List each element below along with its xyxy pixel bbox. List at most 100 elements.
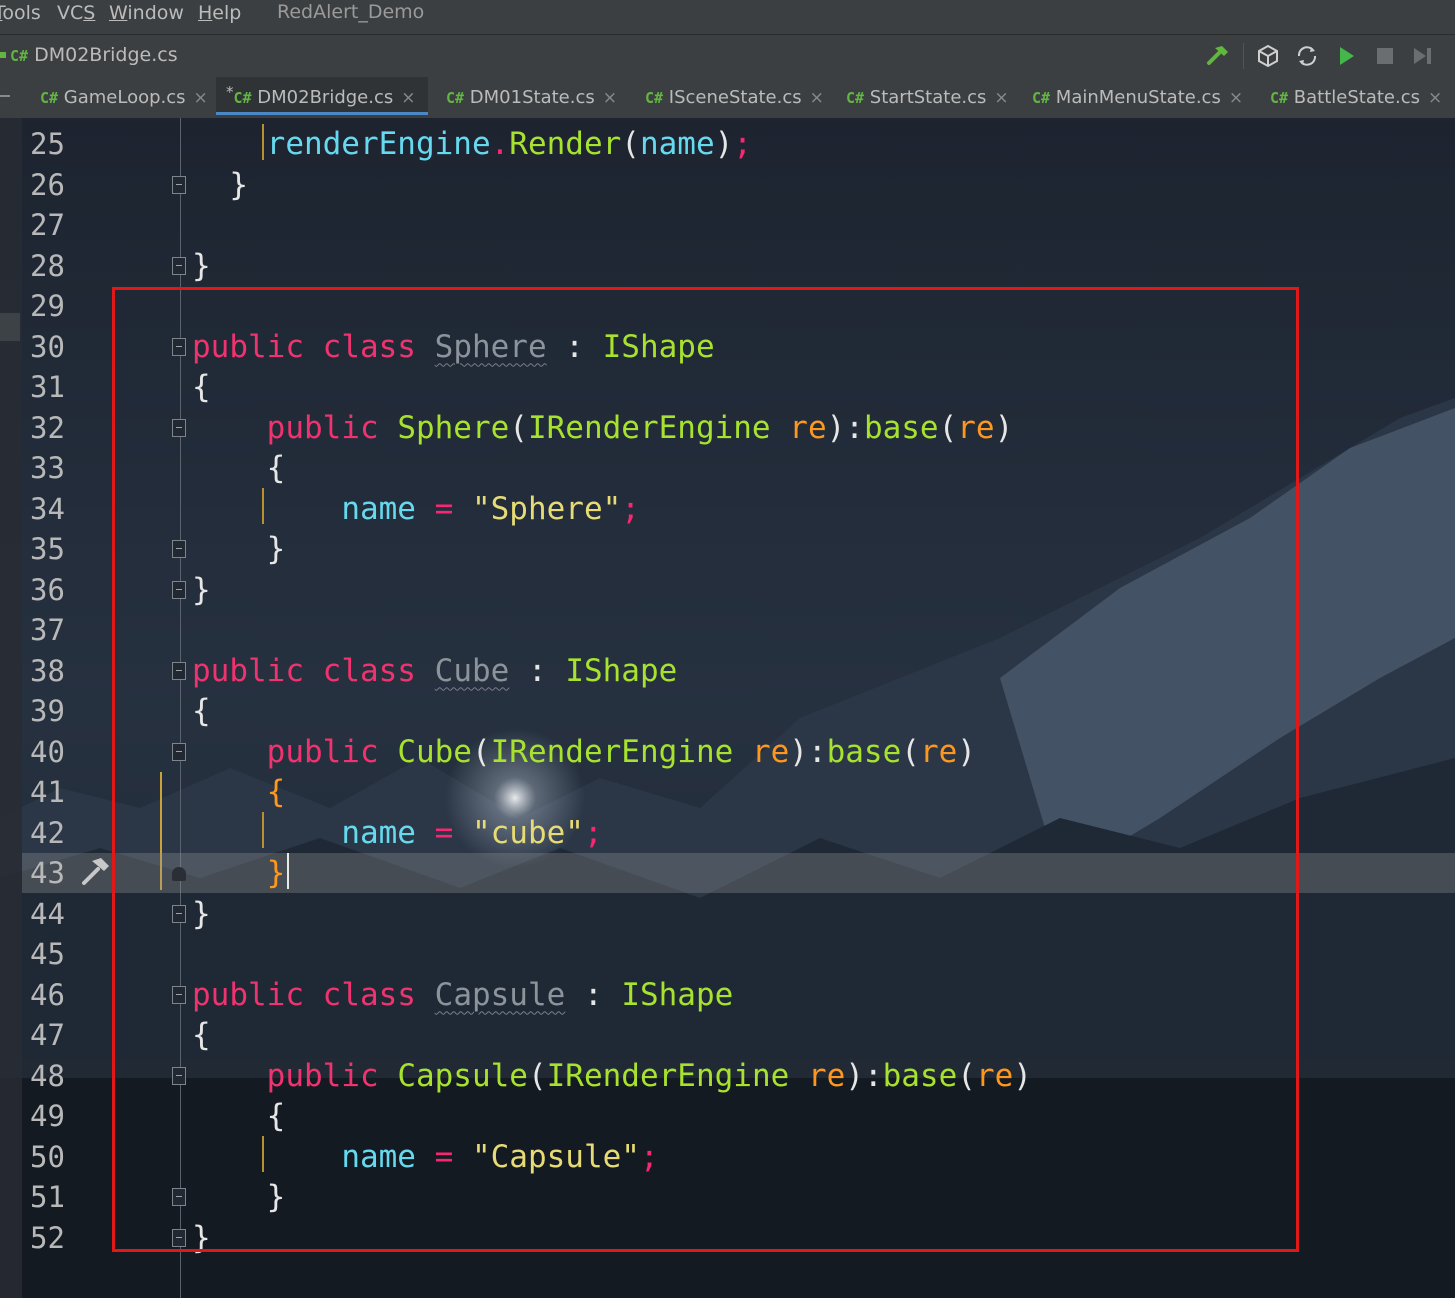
fold-toggle-icon[interactable] bbox=[172, 337, 186, 356]
code-token: Render bbox=[509, 126, 622, 162]
code-line[interactable]: 42 name = "cube"; bbox=[22, 813, 1455, 853]
fold-toggle-icon[interactable] bbox=[172, 540, 186, 558]
close-icon[interactable]: × bbox=[994, 88, 1008, 108]
code-line[interactable]: 46 public class Capsule : IShape bbox=[22, 975, 1455, 1015]
code-line[interactable]: 32 public Sphere(IRenderEngine re):base(… bbox=[22, 408, 1455, 448]
close-icon[interactable]: × bbox=[194, 88, 208, 108]
run-icon[interactable] bbox=[1333, 43, 1359, 69]
code-text: } bbox=[192, 165, 248, 205]
code-token: public bbox=[192, 328, 304, 365]
unity-icon[interactable] bbox=[1255, 43, 1281, 69]
tab-dm02bridge-cs[interactable]: *C# DM02Bridge.cs × bbox=[216, 77, 428, 115]
code-line[interactable]: 48 public Capsule(IRenderEngine re):base… bbox=[22, 1056, 1455, 1096]
line-number: 27 bbox=[30, 208, 65, 242]
code-line[interactable]: 33 { bbox=[22, 448, 1455, 488]
code-text: } bbox=[192, 570, 211, 610]
code-token: ): bbox=[845, 1057, 883, 1094]
stop-icon[interactable] bbox=[1372, 43, 1398, 69]
refresh-sync-icon[interactable] bbox=[1294, 43, 1320, 69]
fold-toggle-icon[interactable] bbox=[172, 1188, 186, 1206]
line-number: 46 bbox=[30, 977, 65, 1012]
code-token: IShape bbox=[621, 976, 734, 1013]
step-icon[interactable] bbox=[1410, 43, 1436, 69]
code-token: class bbox=[322, 976, 416, 1013]
code-token: ( bbox=[471, 733, 491, 770]
line-number: 50 bbox=[30, 1139, 65, 1174]
code-line[interactable]: 26 } bbox=[22, 165, 1455, 205]
code-line[interactable]: 40 public Cube(IRenderEngine re):base(re… bbox=[22, 732, 1455, 772]
line-number: 51 bbox=[30, 1180, 65, 1214]
code-line[interactable]: 34 name = "Sphere"; bbox=[22, 489, 1455, 529]
code-line[interactable]: 31 { bbox=[22, 367, 1455, 407]
close-icon[interactable]: × bbox=[1229, 88, 1243, 108]
code-line[interactable]: 27 bbox=[22, 205, 1455, 245]
code-line[interactable]: 47 { bbox=[22, 1015, 1455, 1055]
code-line[interactable]: 39 { bbox=[22, 691, 1455, 731]
line-number: 48 bbox=[30, 1058, 65, 1093]
hammer-build-icon[interactable] bbox=[1205, 43, 1231, 69]
close-icon[interactable]: × bbox=[603, 88, 617, 108]
code-line[interactable]: 28} bbox=[22, 246, 1455, 286]
tab-gameloop-cs[interactable]: C# GameLoop.cs × bbox=[30, 77, 214, 118]
fold-toggle-icon[interactable] bbox=[172, 175, 186, 194]
code-token: ( bbox=[957, 1057, 976, 1094]
fold-toggle-icon[interactable] bbox=[172, 580, 186, 599]
code-text: public class Cube : IShape bbox=[192, 651, 677, 691]
fold-toggle-icon[interactable] bbox=[172, 742, 186, 761]
line-number: 39 bbox=[30, 694, 65, 728]
code-text: name = "cube"; bbox=[192, 813, 602, 853]
tab-list-icon[interactable] bbox=[0, 95, 10, 97]
code-line[interactable]: 50 name = "Capsule"; bbox=[22, 1137, 1455, 1177]
menu-tools[interactable]: Tools bbox=[0, 2, 41, 24]
code-token: public bbox=[192, 652, 304, 689]
code-line[interactable]: 37 bbox=[22, 610, 1455, 650]
code-editor[interactable]: 25 renderEngine.Render(name); 26 } 27 28} 29… bbox=[0, 118, 1455, 1298]
code-line[interactable]: 43 } bbox=[22, 853, 1455, 893]
code-line[interactable]: 51 } bbox=[22, 1177, 1455, 1217]
close-icon[interactable]: × bbox=[1428, 88, 1442, 108]
tab-mainmenustate-cs[interactable]: C# MainMenuState.cs × bbox=[1022, 77, 1250, 118]
code-line[interactable]: 41 { bbox=[22, 772, 1455, 812]
code-line[interactable]: 49 { bbox=[22, 1096, 1455, 1136]
breadcrumb[interactable]: C# DM02Bridge.cs bbox=[0, 44, 178, 66]
fold-toggle-icon[interactable] bbox=[172, 1066, 186, 1085]
code-token: } bbox=[192, 531, 286, 567]
code-token: IRenderEngine bbox=[546, 1057, 790, 1094]
code-line[interactable]: 38 public class Cube : IShape bbox=[22, 651, 1455, 691]
code-line[interactable]: 45 bbox=[22, 934, 1455, 974]
code-line[interactable]: 25 renderEngine.Render(name); bbox=[22, 124, 1455, 164]
tab-startstate-cs[interactable]: C# StartState.cs × bbox=[836, 77, 1014, 118]
code-line[interactable]: 30 public class Sphere : IShape bbox=[22, 327, 1455, 367]
code-text: name = "Capsule"; bbox=[192, 1137, 658, 1177]
fold-toggle-icon[interactable] bbox=[172, 904, 186, 923]
line-number: 26 bbox=[30, 167, 65, 202]
code-token: Capsule bbox=[397, 1057, 528, 1094]
fold-toggle-icon[interactable] bbox=[172, 985, 186, 1004]
code-line[interactable]: 52} bbox=[22, 1218, 1455, 1258]
code-line[interactable]: 29 bbox=[22, 286, 1455, 326]
tab-iscenestate-cs[interactable]: C# ISceneState.cs × bbox=[635, 77, 827, 118]
gutter-strip bbox=[0, 118, 22, 1298]
code-line[interactable]: 44} bbox=[22, 894, 1455, 934]
code-line[interactable]: 36} bbox=[22, 570, 1455, 610]
menu-vcs[interactable]: VCS bbox=[57, 2, 95, 24]
code-token: : bbox=[509, 652, 566, 689]
fold-toggle-icon[interactable] bbox=[172, 1228, 186, 1247]
menu-help[interactable]: Help bbox=[198, 2, 241, 24]
tab-label: StartState.cs bbox=[864, 87, 987, 108]
close-icon[interactable]: × bbox=[401, 88, 415, 108]
code-line[interactable]: 35 } bbox=[22, 529, 1455, 569]
fold-toggle-icon[interactable] bbox=[172, 418, 186, 437]
hammer-gutter-icon[interactable] bbox=[78, 855, 112, 889]
fold-toggle-icon[interactable] bbox=[172, 867, 186, 881]
tab-battlestate-cs[interactable]: C# BattleState.cs × bbox=[1260, 77, 1450, 118]
close-icon[interactable]: × bbox=[810, 88, 824, 108]
fold-toggle-icon[interactable] bbox=[172, 256, 186, 275]
fold-toggle-icon[interactable] bbox=[172, 661, 186, 680]
tab-dm01state-cs[interactable]: C# DM01State.cs × bbox=[436, 77, 626, 118]
menu-window[interactable]: Window bbox=[109, 2, 184, 24]
